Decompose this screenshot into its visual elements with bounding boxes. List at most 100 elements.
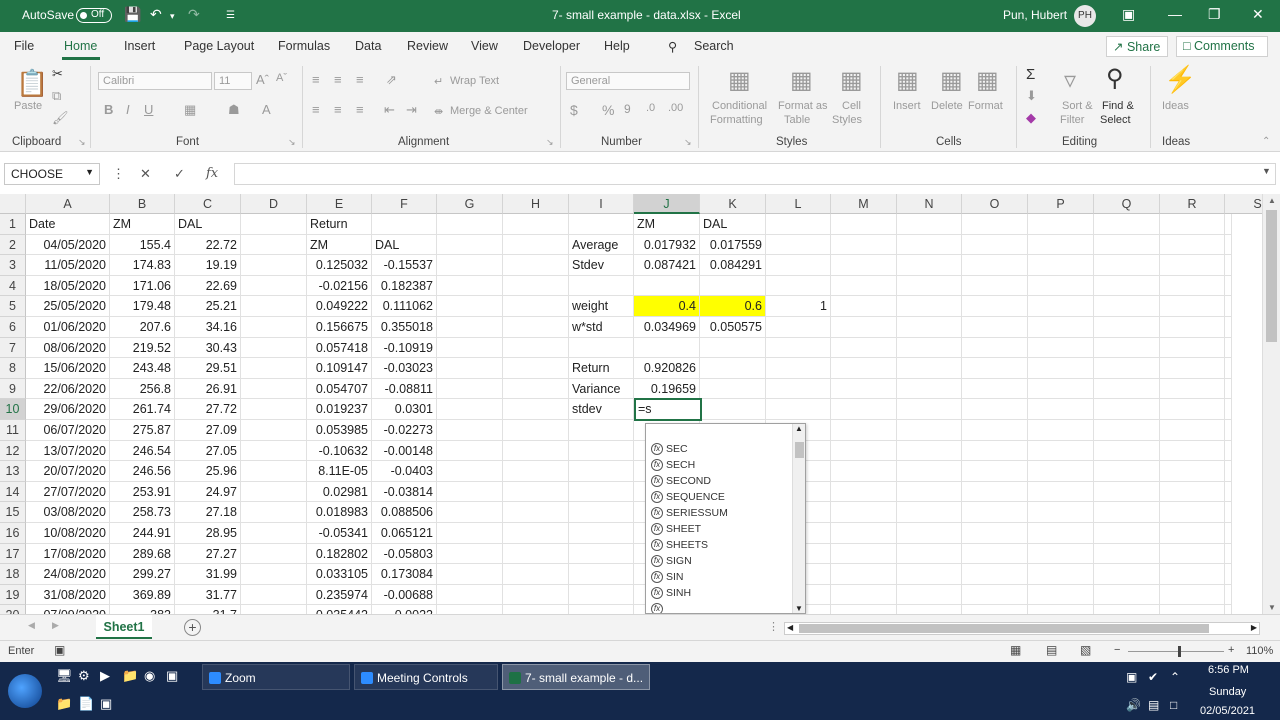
- cell-c9[interactable]: 26.91: [175, 378, 241, 400]
- next-sheet-icon[interactable]: ▶: [52, 620, 59, 631]
- volume-icon[interactable]: 🔊: [1126, 698, 1141, 712]
- cell-h17[interactable]: [503, 543, 569, 565]
- show-hidden-icons-icon[interactable]: ⌃: [1170, 670, 1180, 684]
- cell-p6[interactable]: [1028, 317, 1094, 338]
- zoom-in-icon[interactable]: +: [1228, 644, 1234, 656]
- cell-i8-summary[interactable]: Return: [569, 358, 634, 379]
- cell-o6[interactable]: [962, 317, 1028, 338]
- column-header-e[interactable]: E: [307, 194, 372, 214]
- media-player-icon[interactable]: ▶: [100, 668, 110, 684]
- cell-q10[interactable]: [1094, 399, 1160, 420]
- cell-r6[interactable]: [1160, 317, 1225, 338]
- conditional-formatting-icon[interactable]: ▦: [728, 66, 751, 95]
- bold-icon[interactable]: B: [104, 102, 113, 117]
- cell-e14[interactable]: 0.02981: [307, 481, 372, 503]
- cell-f11[interactable]: -0.02273: [372, 420, 437, 441]
- align-left-icon[interactable]: ≡: [312, 102, 320, 117]
- cell-e3[interactable]: 0.125032: [307, 255, 372, 276]
- column-header-m[interactable]: M: [831, 194, 897, 214]
- cell-e18[interactable]: 0.033105: [307, 564, 372, 585]
- ideas-icon[interactable]: ⚡: [1164, 64, 1196, 95]
- column-header-j[interactable]: J: [634, 194, 700, 214]
- row-header-17[interactable]: 17: [0, 543, 26, 565]
- cell-b4[interactable]: 171.06: [110, 275, 175, 297]
- cell-styles-icon[interactable]: ▦: [840, 66, 863, 95]
- font-launcher-icon[interactable]: ↘: [288, 137, 296, 148]
- italic-icon[interactable]: I: [126, 102, 130, 117]
- cell-styles-label-1[interactable]: Cell: [842, 100, 861, 112]
- cell-l8[interactable]: [766, 358, 831, 379]
- cell-a16[interactable]: 10/08/2020: [26, 523, 110, 544]
- cell-d16[interactable]: [241, 523, 307, 544]
- cell-h1[interactable]: [503, 214, 569, 235]
- sheet-tab-sheet1[interactable]: Sheet1: [96, 615, 152, 639]
- cell-k2-summary[interactable]: 0.017559: [700, 234, 766, 256]
- cell-h5[interactable]: [503, 296, 569, 317]
- cell-p4[interactable]: [1028, 275, 1094, 297]
- cell-n9[interactable]: [897, 378, 962, 400]
- cell-b1[interactable]: ZM: [110, 214, 175, 235]
- function-autocomplete-list[interactable]: ▲ ▼ fx SEC fx SECH fx SECOND fx SEQUENCE fx SERIE…: [645, 423, 806, 614]
- cell-s13[interactable]: [1225, 461, 1232, 482]
- cell-h3[interactable]: [503, 255, 569, 276]
- cell-i9-summary[interactable]: Variance: [569, 378, 634, 400]
- cell-m19[interactable]: [831, 584, 897, 606]
- taskbar-zoom[interactable]: Zoom: [202, 664, 350, 690]
- cell-g3[interactable]: [437, 255, 503, 276]
- cell-k9[interactable]: [700, 378, 766, 400]
- cell-a11[interactable]: 06/07/2020: [26, 420, 110, 441]
- autocomplete-item[interactable]: fx SEQUENCE: [646, 489, 805, 505]
- autocomplete-item[interactable]: fx SECH: [646, 457, 805, 473]
- ideas-button-label[interactable]: Ideas: [1162, 100, 1189, 112]
- tab-view[interactable]: View: [471, 39, 498, 53]
- cell-i7[interactable]: [569, 337, 634, 359]
- cell-a20[interactable]: 07/09/2020: [26, 605, 110, 614]
- cell-i5-summary[interactable]: weight: [569, 296, 634, 317]
- cell-h16[interactable]: [503, 523, 569, 544]
- cell-b10[interactable]: 261.74: [110, 399, 175, 420]
- collapse-ribbon-icon[interactable]: ⌃: [1262, 136, 1270, 147]
- cell-q15[interactable]: [1094, 502, 1160, 523]
- cell-p16[interactable]: [1028, 523, 1094, 544]
- row-header-11[interactable]: 11: [0, 420, 26, 441]
- cell-c13[interactable]: 25.96: [175, 461, 241, 482]
- cell-f7[interactable]: -0.10919: [372, 337, 437, 359]
- column-header-d[interactable]: D: [241, 194, 307, 214]
- cell-c20[interactable]: 31.7: [175, 605, 241, 614]
- cell-a12[interactable]: 13/07/2020: [26, 440, 110, 462]
- cell-o12[interactable]: [962, 440, 1028, 462]
- cell-s12[interactable]: [1225, 440, 1232, 462]
- clipboard-launcher-icon[interactable]: ↘: [78, 137, 86, 148]
- cell-h14[interactable]: [503, 481, 569, 503]
- cell-c19[interactable]: 31.77: [175, 584, 241, 606]
- cell-s1[interactable]: [1225, 214, 1232, 235]
- paste-label[interactable]: Paste: [14, 100, 42, 112]
- increase-font-icon[interactable]: Aˆ: [256, 72, 269, 87]
- font-color-icon[interactable]: A: [262, 102, 271, 117]
- delete-cells-label[interactable]: Delete: [931, 100, 963, 112]
- folder-icon[interactable]: 📁: [56, 696, 72, 712]
- cell-r12[interactable]: [1160, 440, 1225, 462]
- cell-d4[interactable]: [241, 275, 307, 297]
- scroll-right-icon[interactable]: ▶: [1251, 623, 1257, 632]
- vertical-scrollbar[interactable]: ▲ ▼: [1262, 194, 1280, 614]
- autocomplete-item[interactable]: fx SINH: [646, 585, 805, 601]
- copy-icon[interactable]: ⧉: [52, 88, 61, 104]
- cell-m10[interactable]: [831, 399, 897, 420]
- cell-i13[interactable]: [569, 461, 634, 482]
- align-right-icon[interactable]: ≡: [356, 102, 364, 117]
- cell-e2[interactable]: ZM: [307, 234, 372, 256]
- cell-s5[interactable]: [1225, 296, 1232, 317]
- ribbon-display-icon[interactable]: ▣: [1122, 6, 1135, 23]
- cell-i14[interactable]: [569, 481, 634, 503]
- format-as-table-label-1[interactable]: Format as: [778, 100, 828, 112]
- cell-c18[interactable]: 31.99: [175, 564, 241, 585]
- tab-formulas[interactable]: Formulas: [278, 39, 330, 53]
- cell-f20[interactable]: -0.0022: [372, 605, 437, 614]
- network-icon[interactable]: ▤: [1148, 698, 1159, 712]
- cell-g18[interactable]: [437, 564, 503, 585]
- cell-n17[interactable]: [897, 543, 962, 565]
- cell-b12[interactable]: 246.54: [110, 440, 175, 462]
- cell-h13[interactable]: [503, 461, 569, 482]
- column-header-p[interactable]: P: [1028, 194, 1094, 214]
